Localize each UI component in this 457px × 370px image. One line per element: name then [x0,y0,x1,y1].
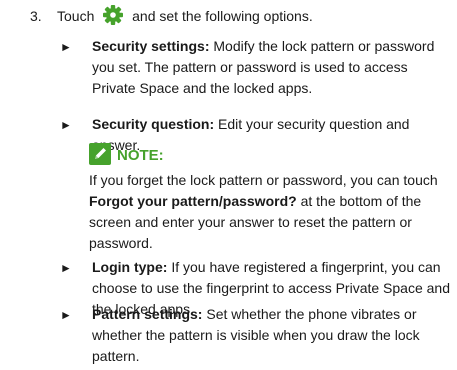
step-text-after: and set the following options. [132,8,313,24]
note-label: NOTE: [117,147,164,164]
gear-icon [103,5,124,25]
bullet-pattern-settings: ► Pattern settings: Set whether the phon… [60,304,450,367]
pencil-note-icon [89,143,111,165]
bullet-term: Security settings: [92,38,210,54]
forgot-pattern-link-text: Forgot your pattern/password? [89,193,297,209]
step-text-before: Touch [57,8,95,24]
note-header: NOTE: [89,143,164,167]
bullet-term: Security question: [92,116,215,132]
bullet-marker: ► [60,40,72,54]
bullet-marker: ► [60,261,72,275]
bullet-security-settings: ► Security settings: Modify the lock pat… [60,36,450,99]
step-number: 3. [30,8,42,24]
document-page: 3. Touch and set the following options. ►… [0,0,457,370]
note-body: If you forget the lock pattern or passwo… [89,170,449,254]
note-text-before: If you forget the lock pattern or passwo… [89,172,438,188]
step-3-line: 3. Touch and set the following options. [30,5,313,26]
bullet-marker: ► [60,308,72,322]
bullet-term: Pattern settings: [92,306,203,322]
bullet-marker: ► [60,118,72,132]
bullet-term: Login type: [92,259,168,275]
